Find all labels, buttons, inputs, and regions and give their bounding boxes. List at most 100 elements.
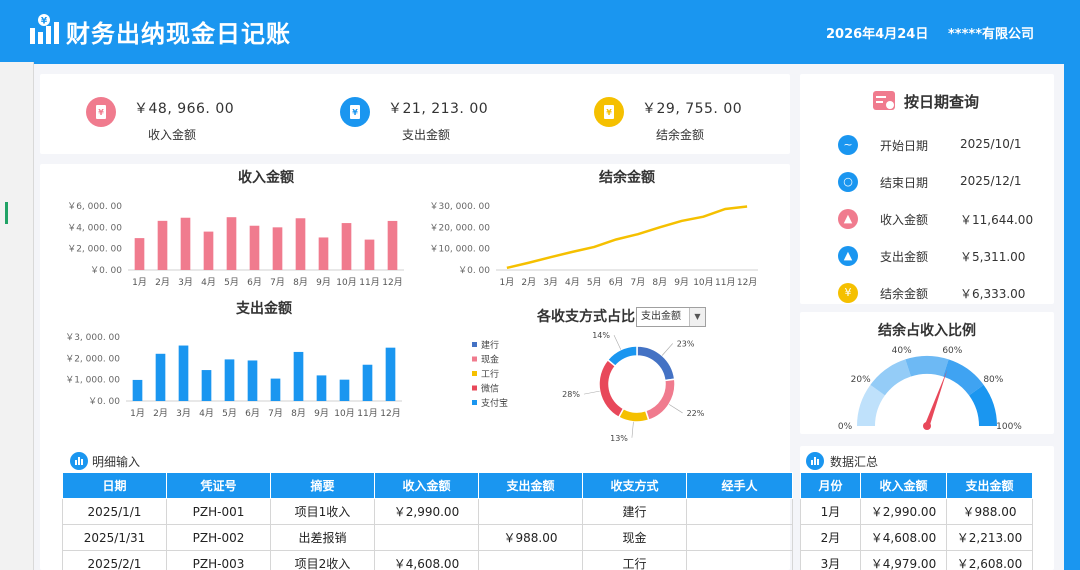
chart-icon: ▲ bbox=[838, 246, 858, 266]
app-header: ¥ 财务出纳现金日记账 2026年4月24日 *****有限公司 bbox=[0, 0, 1080, 62]
bar[interactable] bbox=[362, 364, 373, 401]
bar[interactable] bbox=[155, 353, 166, 401]
pie-slice[interactable] bbox=[598, 358, 625, 419]
table-cell[interactable] bbox=[686, 498, 793, 525]
column-header: 收入金额 bbox=[860, 472, 947, 499]
table-cell[interactable]: ￥2,213.00 bbox=[946, 524, 1033, 551]
legend-label: 工行 bbox=[481, 368, 499, 380]
query-row-value[interactable]: 2025/12/1 bbox=[960, 174, 1022, 188]
bar[interactable] bbox=[157, 220, 168, 270]
bar[interactable] bbox=[201, 370, 212, 401]
table-cell[interactable]: 2025/2/1 bbox=[62, 550, 167, 570]
column-header: 收入金额 bbox=[374, 472, 479, 499]
query-row: ○ 结束日期 2025/12/1 bbox=[800, 169, 1050, 199]
bar[interactable] bbox=[387, 220, 398, 270]
query-row: ▲ 收入金额 ￥11,644.00 bbox=[800, 206, 1050, 236]
bar[interactable] bbox=[178, 345, 189, 401]
table-row: 2025/1/31 PZH-002 出差报销 ￥988.00 现金 bbox=[62, 524, 793, 551]
table-cell[interactable]: 项目1收入 bbox=[270, 498, 375, 525]
bar[interactable] bbox=[295, 218, 306, 270]
pie-metric-select[interactable]: 支出金额 ▼ bbox=[636, 307, 706, 327]
table-cell[interactable]: PZH-002 bbox=[166, 524, 271, 551]
query-row: ▲ 支出金额 ￥5,311.00 bbox=[800, 243, 1050, 273]
kpi-card: ¥ ￥48, 966. 00 收入金额 ¥ ￥21, 213. 00 支出金额 … bbox=[40, 74, 790, 154]
table-cell[interactable] bbox=[478, 498, 583, 525]
bar[interactable] bbox=[180, 217, 191, 270]
table-cell[interactable]: 工行 bbox=[582, 550, 687, 570]
chart-title: 收入金额 bbox=[238, 169, 294, 186]
table-cell[interactable]: ￥2,990.00 bbox=[374, 498, 479, 525]
query-row-label: 支出金额 bbox=[880, 250, 929, 264]
x-tick-label: 11月 bbox=[359, 277, 379, 288]
gauge-needle bbox=[924, 369, 948, 427]
query-row-label: 开始日期 bbox=[880, 139, 929, 153]
table-cell[interactable]: ￥4,608.00 bbox=[374, 550, 479, 570]
table-cell[interactable]: 项目2收入 bbox=[270, 550, 375, 570]
table-cell[interactable] bbox=[686, 550, 793, 570]
kpi-income: ¥ ￥48, 966. 00 收入金额 bbox=[86, 84, 286, 144]
table-cell[interactable]: 1月 bbox=[800, 498, 861, 525]
table-cell[interactable]: ￥2,990.00 bbox=[860, 498, 947, 525]
bar[interactable] bbox=[341, 223, 352, 270]
table-cell[interactable]: 现金 bbox=[582, 524, 687, 551]
bar[interactable] bbox=[364, 239, 375, 270]
legend-label: 支付宝 bbox=[481, 397, 508, 409]
bar[interactable] bbox=[272, 227, 283, 270]
receipt-icon: ¥ bbox=[86, 97, 116, 127]
dashboard-area: ¥ ￥48, 966. 00 收入金额 ¥ ￥21, 213. 00 支出金额 … bbox=[34, 64, 1064, 570]
pie-slice[interactable] bbox=[636, 345, 676, 382]
bar[interactable] bbox=[203, 231, 214, 270]
bar[interactable] bbox=[316, 375, 327, 401]
bar[interactable] bbox=[134, 238, 145, 270]
pie-slice[interactable] bbox=[644, 378, 676, 422]
table-cell[interactable]: ￥4,608.00 bbox=[860, 524, 947, 551]
legend-swatch bbox=[472, 342, 477, 347]
table-cell[interactable]: 2025/1/1 bbox=[62, 498, 167, 525]
bar[interactable] bbox=[318, 237, 329, 270]
table-cell[interactable]: ￥988.00 bbox=[946, 498, 1033, 525]
gauge-tick-label: 100% bbox=[996, 422, 1022, 432]
bar[interactable] bbox=[249, 225, 260, 270]
y-tick-label: ￥6, 000. 00 bbox=[67, 202, 122, 212]
calendar-icon bbox=[873, 91, 895, 110]
table-cell[interactable]: 3月 bbox=[800, 550, 861, 570]
y-tick-label: ￥4, 000. 00 bbox=[67, 223, 122, 233]
x-tick-label: 2月 bbox=[155, 277, 170, 288]
table-cell[interactable]: 2月 bbox=[800, 524, 861, 551]
table-cell[interactable] bbox=[478, 550, 583, 570]
bar[interactable] bbox=[226, 217, 237, 270]
table-cell[interactable]: 建行 bbox=[582, 498, 687, 525]
gauge-band bbox=[905, 356, 949, 377]
bar[interactable] bbox=[270, 378, 281, 401]
series-line[interactable] bbox=[506, 205, 748, 270]
y-tick-label: ￥0. 00 bbox=[90, 266, 122, 276]
bar[interactable] bbox=[224, 359, 235, 401]
bar[interactable] bbox=[132, 379, 143, 401]
bar[interactable] bbox=[247, 360, 258, 401]
bar[interactable] bbox=[339, 379, 350, 401]
x-tick-label: 4月 bbox=[201, 277, 216, 288]
table-cell[interactable]: ￥4,979.00 bbox=[860, 550, 947, 570]
table-cell[interactable]: PZH-001 bbox=[166, 498, 271, 525]
table-cell[interactable]: ￥2,608.00 bbox=[946, 550, 1033, 570]
table-cell[interactable]: PZH-003 bbox=[166, 550, 271, 570]
query-row-value[interactable]: 2025/10/1 bbox=[960, 137, 1022, 151]
table-cell[interactable]: ￥988.00 bbox=[478, 524, 583, 551]
bar[interactable] bbox=[385, 347, 396, 401]
yen-icon: ¥ bbox=[340, 97, 370, 127]
pie-slice[interactable] bbox=[606, 345, 638, 368]
x-tick-label: 3月 bbox=[543, 277, 558, 288]
table-cell[interactable] bbox=[686, 524, 793, 551]
table-cell[interactable]: 出差报销 bbox=[270, 524, 375, 551]
query-row-label: 收入金额 bbox=[880, 213, 929, 227]
chevron-down-icon[interactable]: ▼ bbox=[689, 308, 705, 326]
pie-data-label: 23% bbox=[677, 339, 695, 348]
column-header: 支出金额 bbox=[478, 472, 583, 499]
kpi-expense-label: 支出金额 bbox=[402, 128, 451, 142]
x-tick-label: 8月 bbox=[293, 277, 308, 288]
table-cell[interactable] bbox=[374, 524, 479, 551]
kpi-expense: ¥ ￥21, 213. 00 支出金额 bbox=[340, 84, 540, 144]
bar[interactable] bbox=[293, 351, 304, 401]
table-cell[interactable]: 2025/1/31 bbox=[62, 524, 167, 551]
chart-title: 支出金额 bbox=[235, 300, 292, 317]
